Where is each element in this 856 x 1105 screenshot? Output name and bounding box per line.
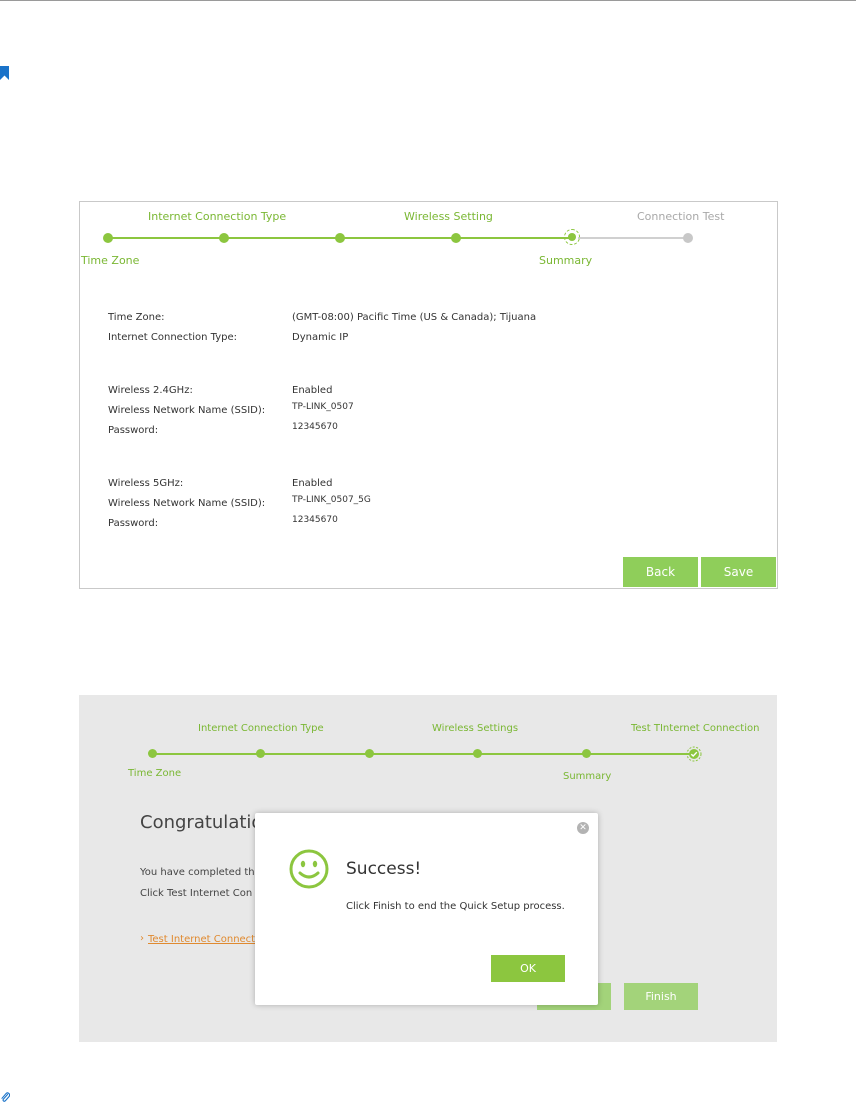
wireless-5-label: Wireless 5GHz: [108, 478, 184, 489]
password-24-label: Password: [108, 425, 159, 436]
step-dot-summary-current [564, 229, 580, 245]
wireless-24-value: Enabled [292, 385, 333, 396]
test-internet-connection-link[interactable]: Test Internet Connect [148, 934, 255, 945]
password-5-label: Password: [108, 518, 159, 529]
step-label-summary: Summary [563, 771, 612, 782]
progress-line-pending [578, 237, 688, 239]
step-dot-internet-connection [219, 233, 229, 243]
success-dialog: ✕ Success! Click Finish to end the Quick… [255, 813, 598, 1005]
congratulations-heading: Congratulatio [140, 812, 263, 833]
connection-type-label: Internet Connection Type: [108, 332, 237, 343]
check-circle-icon [686, 746, 702, 762]
step-dot-summary [582, 749, 591, 758]
dialog-title: Success! [346, 859, 422, 879]
wireless-5-value: Enabled [292, 478, 333, 489]
dialog-message: Click Finish to end the Quick Setup proc… [346, 901, 565, 912]
step-dot-internet-connection [256, 749, 265, 758]
step-label-wireless-settings: Wireless Settings [432, 723, 519, 734]
step-label-internet-connection-type: Internet Connection Type [148, 210, 287, 223]
time-zone-label: Time Zone: [108, 312, 165, 323]
bookmark-icon [0, 66, 9, 80]
chevron-right-icon: › [140, 933, 144, 944]
connection-type-value: Dynamic IP [292, 332, 349, 343]
password-5-value: 12345670 [292, 515, 338, 525]
progress-line-complete [153, 753, 695, 755]
step-dot-time-zone [148, 749, 157, 758]
ssid-5-label: Wireless Network Name (SSID): [108, 498, 266, 509]
ok-button[interactable]: OK [491, 955, 565, 982]
summary-panel: Internet Connection Type Wireless Settin… [79, 201, 778, 589]
top-divider [0, 0, 856, 1]
step-dot-connection-test [683, 233, 693, 243]
close-icon[interactable]: ✕ [577, 822, 589, 834]
step-label-connection-test: Connection Test [637, 210, 725, 223]
ssid-24-label: Wireless Network Name (SSID): [108, 405, 266, 416]
step-dot-wireless [451, 233, 461, 243]
step-dot-3 [365, 749, 374, 758]
step-label-wireless-setting: Wireless Setting [404, 210, 493, 223]
step-label-summary: Summary [539, 254, 593, 267]
ssid-24-value: TP-LINK_0507 [292, 402, 354, 412]
completed-text: You have completed th [140, 867, 255, 878]
test-instruction-text: Click Test Internet Con [140, 888, 253, 899]
step-label-time-zone: Time Zone [128, 768, 182, 779]
step-dot-3 [335, 233, 345, 243]
smiley-icon [289, 849, 329, 889]
time-zone-value: (GMT-08:00) Pacific Time (US & Canada); … [292, 312, 537, 323]
back-button[interactable]: Back [623, 557, 698, 587]
step-label-test-internet-connection: Test TInternet Connection [631, 723, 760, 734]
step-dot-wireless [473, 749, 482, 758]
password-24-value: 12345670 [292, 422, 338, 432]
step-label-internet-connection-type: Internet Connection Type [198, 723, 324, 734]
finish-button[interactable]: Finish [624, 983, 698, 1010]
step-label-time-zone: Time Zone [81, 254, 140, 267]
wireless-24-label: Wireless 2.4GHz: [108, 385, 193, 396]
paperclip-icon [1, 1092, 10, 1102]
save-button[interactable]: Save [701, 557, 776, 587]
ssid-5-value: TP-LINK_0507_5G [292, 495, 371, 505]
step-dot-time-zone [103, 233, 113, 243]
